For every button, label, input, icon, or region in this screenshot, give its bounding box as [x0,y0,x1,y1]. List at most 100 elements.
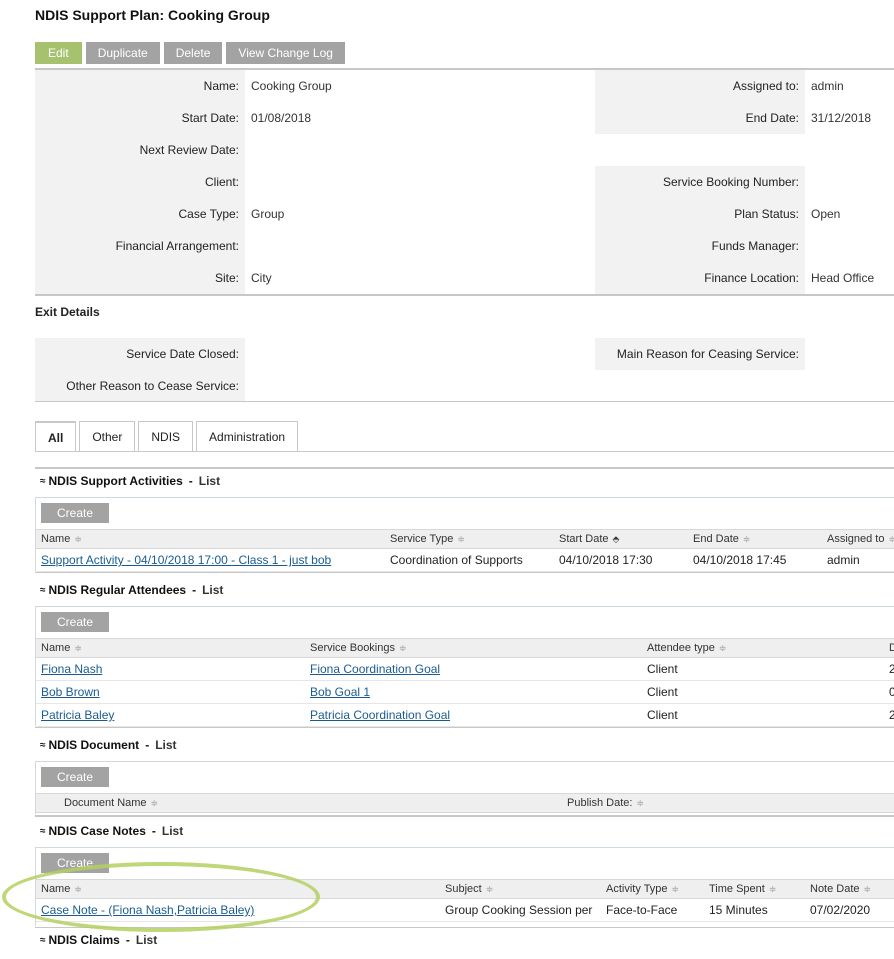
field-value [805,370,894,402]
service-booking-link[interactable]: Bob Goal 1 [310,681,370,703]
column-header-start-date[interactable]: Start Date ⬘ [559,530,619,549]
list-label: List [135,933,158,947]
detail-row: Case Type: Group Plan Status: Open [35,198,894,230]
sort-icon[interactable]: ≑ [74,643,82,653]
sort-icon[interactable]: ≑ [743,534,751,544]
field-label: Client: [35,166,245,198]
tab-bar: All Other NDIS Administration [35,421,301,452]
case-notes-panel: Create Name ≑ Subject ≑ Activity Type ≑ Tim… [35,847,894,926]
duplicate-button[interactable]: Duplicate [85,42,160,64]
collapse-icon[interactable]: ≈ [40,476,46,487]
table-header: Name ≑ Service Bookings ≑ Attendee type ≑ D [36,638,894,658]
sort-icon[interactable]: ≑ [74,884,82,894]
column-header-end-date[interactable]: End Date ≑ [693,530,750,549]
tab-all[interactable]: All [35,421,77,452]
column-header-activity-type[interactable]: Activity Type ≑ [606,880,679,899]
collapse-icon[interactable]: ≈ [40,826,46,837]
service-booking-link[interactable]: Fiona Coordination Goal [310,658,440,680]
section-title: NDIS Document [48,738,140,752]
column-header-note-date[interactable]: Note Date ≑ [810,880,871,899]
sort-icon[interactable]: ≑ [864,884,872,894]
field-label: Main Reason for Ceasing Service: [595,338,805,370]
tab-administration[interactable]: Administration [196,421,299,451]
sort-ascending-icon[interactable]: ⬘ [613,534,620,544]
column-header-service-type[interactable]: Service Type ≑ [390,530,465,549]
column-header-subject[interactable]: Subject ≑ [445,880,493,899]
divider [35,927,894,928]
service-booking-link[interactable]: Patricia Coordination Goal [310,704,450,726]
activity-type-cell: Face-to-Face [606,903,678,917]
field-label: Service Date Closed: [35,338,245,370]
detail-row: Client: Service Booking Number: [35,166,894,198]
time-spent-cell: 15 Minutes [709,903,768,917]
tab-ndis[interactable]: NDIS [138,421,194,451]
tabs-divider [35,451,894,452]
case-notes-header[interactable]: ≈ NDIS Case Notes - List [40,824,183,838]
page-title: NDIS Support Plan: Cooking Group [35,7,270,23]
collapse-icon[interactable]: ≈ [40,585,46,596]
field-value: 01/08/2018 [251,111,312,125]
support-activities-panel: Create Name ≑ Service Type ≑ Start Date ⬘ E… [35,497,894,572]
sort-icon[interactable]: ≑ [74,534,82,544]
subject-cell: Group Cooking Session per [445,903,593,917]
field-label: Start Date: [35,102,245,134]
column-header-service-bookings[interactable]: Service Bookings ≑ [310,639,407,658]
table-header: Name ≑ Service Type ≑ Start Date ⬘ End Date… [36,529,894,549]
sort-icon[interactable]: ≑ [486,884,494,894]
field-label: Next Review Date: [35,134,245,166]
field-label: Assigned to: [595,70,805,102]
field-value: admin [811,79,844,93]
attendee-name-link[interactable]: Bob Brown [41,681,100,703]
attendee-name-link[interactable]: Fiona Nash [41,658,102,680]
claims-header[interactable]: ≈ NDIS Claims - List [40,933,157,947]
detail-row: Other Reason to Cease Service: [35,370,894,402]
support-activities-header[interactable]: ≈ NDIS Support Activities - List [40,474,220,488]
regular-attendees-header[interactable]: ≈ NDIS Regular Attendees - List [40,583,223,597]
tab-other[interactable]: Other [79,421,136,451]
note-date-cell: 07/02/2020 [810,903,871,917]
table-header: Name ≑ Subject ≑ Activity Type ≑ Time Spent… [36,879,894,899]
divider [35,727,894,728]
sort-icon[interactable]: ≑ [457,534,465,544]
separator: - [151,824,156,838]
attendee-name-link[interactable]: Patricia Baley [41,704,114,726]
document-header[interactable]: ≈ NDIS Document - List [40,738,177,752]
table-row: Support Activity - 04/10/2018 17:00 - Cl… [36,549,894,572]
field-label: Site: [35,262,245,294]
section-title: NDIS Case Notes [48,824,146,838]
create-activity-button[interactable]: Create [41,503,109,523]
sort-icon[interactable]: ≑ [769,884,777,894]
column-header-truncated[interactable]: D [889,639,894,658]
truncated-cell: 2 [889,662,894,676]
field-value [245,370,595,402]
field-value: City [251,271,272,285]
activity-name-link[interactable]: Support Activity - 04/10/2018 17:00 - Cl… [41,549,331,571]
create-document-button[interactable]: Create [41,767,109,787]
sort-icon[interactable]: ≑ [672,884,680,894]
sort-icon[interactable]: ≑ [719,643,727,653]
field-value: 31/12/2018 [811,111,872,125]
sort-icon[interactable]: ≑ [399,643,407,653]
field-value [805,134,894,166]
field-label: Financial Arrangement: [35,230,245,262]
case-note-link[interactable]: Case Note - (Fiona Nash,Patricia Baley) [41,899,254,921]
column-header-name[interactable]: Name ≑ [41,880,82,899]
collapse-icon[interactable]: ≈ [40,935,46,946]
sort-icon[interactable]: ≑ [888,534,894,544]
create-attendee-button[interactable]: Create [41,612,109,632]
column-header-assigned-to[interactable]: Assigned to ≑ [827,530,894,549]
edit-button[interactable]: Edit [35,42,82,64]
sort-icon[interactable]: ≑ [636,798,644,808]
collapse-icon[interactable]: ≈ [40,740,46,751]
column-header-name[interactable]: Name ≑ [41,639,82,658]
create-case-note-button[interactable]: Create [41,853,109,873]
list-label: List [198,474,221,488]
view-change-log-button[interactable]: View Change Log [226,42,345,64]
column-header-time-spent[interactable]: Time Spent ≑ [709,880,776,899]
delete-button[interactable]: Delete [163,42,223,64]
column-header-attendee-type[interactable]: Attendee type ≑ [647,639,726,658]
sort-icon[interactable]: ≑ [151,798,159,808]
column-header-document-name[interactable]: Document Name ≑ [64,794,158,813]
column-header-name[interactable]: Name ≑ [41,530,82,549]
column-header-publish-date[interactable]: Publish Date: ≑ [567,794,644,813]
